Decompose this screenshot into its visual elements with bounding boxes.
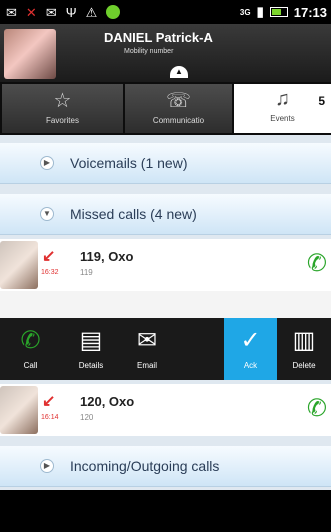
call-time: 16:14 xyxy=(41,414,59,421)
call-time: 16:32 xyxy=(41,269,59,276)
avatar xyxy=(4,29,56,79)
avatar xyxy=(0,241,38,289)
phone-icon: ✆ xyxy=(20,327,41,354)
contact-header[interactable]: DANIEL Patrick-A Mobility number ▲ xyxy=(0,24,331,82)
missed-call-icon: ✕ xyxy=(25,4,37,20)
expand-arrow-icon[interactable]: ▲ xyxy=(170,66,188,78)
section-label: Voicemails (1 new) xyxy=(70,155,188,171)
call-button[interactable]: ✆ Call xyxy=(0,318,61,380)
tab-communication[interactable]: ☏ Communicatio xyxy=(125,84,232,133)
chevron-right-icon: ▶ xyxy=(40,156,54,170)
email-icon: ✉ xyxy=(6,4,17,20)
events-count: 5 xyxy=(318,94,325,108)
call-number: 120 xyxy=(80,413,94,422)
phone-icon: ☏ xyxy=(165,90,191,112)
call-item-partial[interactable] xyxy=(0,291,331,318)
avatar xyxy=(0,386,38,434)
call-item[interactable]: ↙ 16:14 120, Oxo 120 ✆ xyxy=(0,384,331,436)
delete-button[interactable]: ▥ Delete xyxy=(277,318,331,380)
call-title: 119, Oxo xyxy=(80,249,134,264)
call-icon[interactable]: ✆ xyxy=(307,249,327,278)
chevron-down-icon: ▼ xyxy=(40,207,54,221)
chevron-right-icon: ▶ xyxy=(40,459,54,473)
status-bar: ✉ ✕ ✉ Ψ ⚠ 3G ▮ 17:13 xyxy=(0,0,331,24)
action-bar: ✆ Call ▤ Details ✉ Email ✓ Ack ▥ Delete xyxy=(0,318,331,380)
details-icon: ▤ xyxy=(79,327,103,354)
tab-events[interactable]: ♫ Events 5 xyxy=(234,84,331,133)
battery-icon xyxy=(269,7,288,17)
signal-icon: ▮ xyxy=(256,4,264,19)
action-label: Call xyxy=(23,361,38,370)
missed-call-icon: ↙ xyxy=(42,393,56,410)
tab-favorites[interactable]: ☆ Favorites xyxy=(2,84,123,133)
section-label: Incoming/Outgoing calls xyxy=(70,458,220,474)
tab-label: Favorites xyxy=(46,116,79,125)
missed-call-icon: ↙ xyxy=(42,248,56,265)
call-number: 119 xyxy=(80,268,93,277)
action-label: Email xyxy=(136,361,157,370)
call-title: 120, Oxo xyxy=(80,394,135,409)
network-icon: 3G xyxy=(239,7,251,17)
contact-name: DANIEL Patrick-A xyxy=(104,30,213,45)
star-icon: ☆ xyxy=(53,90,72,112)
email-icon: ✉ xyxy=(136,327,158,354)
section-incoming-outgoing[interactable]: ▶ Incoming/Outgoing calls xyxy=(0,446,331,487)
bottom-bar xyxy=(0,490,331,532)
action-label: Ack xyxy=(243,361,258,370)
events-icon: ♫ xyxy=(275,88,290,110)
tab-label: Communicatio xyxy=(152,116,205,125)
section-label: Missed calls (4 new) xyxy=(70,206,197,222)
section-voicemails[interactable]: ▶ Voicemails (1 new) xyxy=(0,143,331,184)
trash-icon: ▥ xyxy=(292,327,316,354)
mail-icon: ✉ xyxy=(45,4,57,20)
contact-subtitle: Mobility number xyxy=(124,48,174,55)
section-missed-calls[interactable]: ▼ Missed calls (4 new) xyxy=(0,194,331,235)
details-button[interactable]: ▤ Details xyxy=(61,318,121,380)
app-icon xyxy=(106,5,121,19)
action-label: Details xyxy=(78,361,104,370)
action-label: Delete xyxy=(292,361,316,370)
clock: 17:13 xyxy=(293,4,327,20)
tab-bar: ☆ Favorites ☏ Communicatio ♫ Events 5 xyxy=(0,82,331,135)
call-icon[interactable]: ✆ xyxy=(307,394,327,423)
tab-label: Events xyxy=(270,114,295,123)
usb-icon: Ψ xyxy=(65,4,77,20)
check-icon: ✓ xyxy=(240,327,261,354)
email-button[interactable]: ✉ Email xyxy=(121,318,173,380)
call-item[interactable]: ↙ 16:32 119, Oxo 119 ✆ xyxy=(0,239,331,291)
ack-button[interactable]: ✓ Ack xyxy=(224,318,277,380)
warning-icon: ⚠ xyxy=(85,4,98,20)
